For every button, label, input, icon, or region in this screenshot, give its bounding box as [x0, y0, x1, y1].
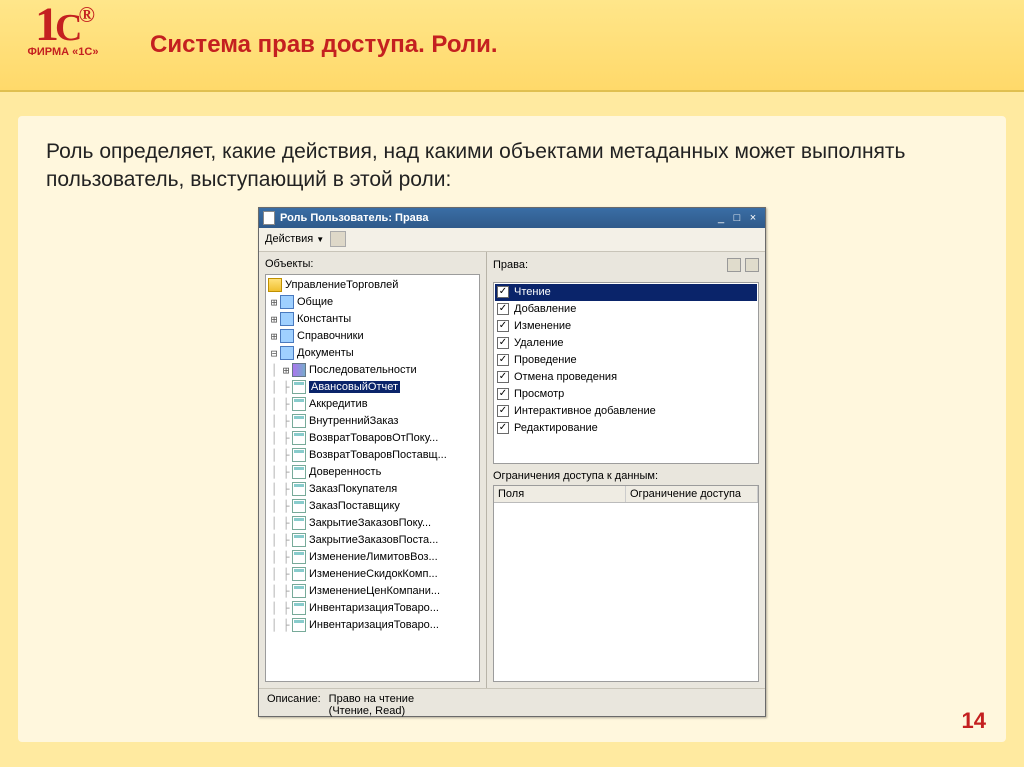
- checkbox-icon[interactable]: ✓: [497, 405, 509, 417]
- page-number: 14: [962, 708, 986, 734]
- tree-item[interactable]: │├ВозвратТоваровПоставщ...: [268, 447, 477, 464]
- tree-item[interactable]: ⊞Справочники: [268, 328, 477, 345]
- checkbox-icon[interactable]: ✓: [497, 337, 509, 349]
- intro-text: Роль определяет, какие действия, над как…: [46, 138, 978, 195]
- tree-item[interactable]: │├АвансовыйОтчет: [268, 379, 477, 396]
- tree-item[interactable]: ⊟Документы: [268, 345, 477, 362]
- checkbox-icon[interactable]: ✓: [497, 303, 509, 315]
- tree-item[interactable]: │├ВозвратТоваровОтПоку...: [268, 430, 477, 447]
- right-row[interactable]: ✓ Отмена проведения: [495, 369, 757, 386]
- titlebar[interactable]: Роль Пользователь: Права _ □ ×: [259, 208, 765, 228]
- maximize-button[interactable]: □: [729, 212, 745, 224]
- rights-label: Права:: [493, 258, 759, 272]
- rights-tool-icon[interactable]: [745, 258, 759, 272]
- tree-item[interactable]: │├ИзменениеЛимитовВоз...: [268, 549, 477, 566]
- checkbox-icon[interactable]: ✓: [497, 371, 509, 383]
- right-label: Чтение: [514, 286, 551, 298]
- minimize-button[interactable]: _: [713, 212, 729, 224]
- tree-item[interactable]: │⊞Последовательности: [268, 362, 477, 379]
- restrict-label: Ограничения доступа к данным:: [493, 470, 658, 482]
- restrictions-section: Ограничения доступа к данным: Поля Огран…: [493, 470, 759, 682]
- checkbox-icon[interactable]: ✓: [497, 320, 509, 332]
- right-label: Проведение: [514, 354, 577, 366]
- right-label: Просмотр: [514, 388, 564, 400]
- window-icon: [263, 211, 275, 225]
- right-row[interactable]: ✓ Проведение: [495, 352, 757, 369]
- right-label: Изменение: [514, 320, 571, 332]
- slide-content: Роль определяет, какие действия, над как…: [18, 116, 1006, 742]
- footer-label: Описание:: [267, 693, 321, 714]
- rights-list[interactable]: ✓ Чтение ✓ Добавление ✓ Изменение ✓ Удаление ✓ Пр…: [493, 282, 759, 464]
- right-row[interactable]: ✓ Добавление: [495, 301, 757, 318]
- right-row[interactable]: ✓ Интерактивное добавление: [495, 403, 757, 420]
- right-label: Отмена проведения: [514, 371, 617, 383]
- checkbox-icon[interactable]: ✓: [497, 422, 509, 434]
- logo-caption: ФИРМА «1С»: [8, 46, 118, 58]
- footer-value: Право на чтение(Чтение, Read): [329, 693, 414, 714]
- right-row[interactable]: ✓ Изменение: [495, 318, 757, 335]
- tree-item[interactable]: │├ИзменениеЦенКомпани...: [268, 583, 477, 600]
- toolbar: Действия ▼: [259, 228, 765, 252]
- tree-item[interactable]: │├ИнвентаризацияТоваро...: [268, 600, 477, 617]
- restrict-table[interactable]: Поля Ограничение доступа: [493, 485, 759, 682]
- objects-label: Объекты:: [265, 258, 480, 270]
- tree-item[interactable]: ⊞Константы: [268, 311, 477, 328]
- tree-item[interactable]: │├Аккредитив: [268, 396, 477, 413]
- tree-item[interactable]: │├ЗаказПоставщику: [268, 498, 477, 515]
- slide-title: Система прав доступа. Роли.: [150, 31, 498, 59]
- checkbox-icon[interactable]: ✓: [497, 286, 509, 298]
- tree-item[interactable]: │├ИнвентаризацияТоваро...: [268, 617, 477, 634]
- tree-item[interactable]: │├ЗаказПокупателя: [268, 481, 477, 498]
- checkbox-icon[interactable]: ✓: [497, 388, 509, 400]
- tree-item[interactable]: ⊞Общие: [268, 294, 477, 311]
- rights-pane: Права: ✓ Чтение ✓ Добавление ✓ Изменение ✓ Удал…: [487, 252, 765, 688]
- right-row[interactable]: ✓ Просмотр: [495, 386, 757, 403]
- right-label: Редактирование: [514, 422, 598, 434]
- tree-item[interactable]: │├ИзменениеСкидокКомп...: [268, 566, 477, 583]
- tree-item[interactable]: │├Доверенность: [268, 464, 477, 481]
- logo-mark: 1C®: [8, 6, 118, 44]
- right-row[interactable]: ✓ Чтение: [495, 284, 757, 301]
- right-label: Интерактивное добавление: [514, 405, 656, 417]
- objects-tree[interactable]: УправлениеТорговлей⊞Общие⊞Константы⊞Спра…: [265, 274, 480, 682]
- window-footer: Описание: Право на чтение(Чтение, Read): [259, 688, 765, 718]
- col-fields[interactable]: Поля: [494, 486, 626, 502]
- right-row[interactable]: ✓ Редактирование: [495, 420, 757, 437]
- right-label: Добавление: [514, 303, 576, 315]
- col-rule[interactable]: Ограничение доступа: [626, 486, 758, 502]
- brand-logo: 1C® ФИРМА «1С»: [8, 6, 118, 58]
- checkbox-icon[interactable]: ✓: [497, 354, 509, 366]
- tree-item[interactable]: │├ВнутреннийЗаказ: [268, 413, 477, 430]
- role-window: Роль Пользователь: Права _ □ × Действия …: [258, 207, 766, 717]
- actions-menu[interactable]: Действия ▼: [265, 233, 324, 245]
- window-title: Роль Пользователь: Права: [280, 212, 713, 224]
- right-row[interactable]: ✓ Удаление: [495, 335, 757, 352]
- close-button[interactable]: ×: [745, 212, 761, 224]
- tree-item[interactable]: УправлениеТорговлей: [268, 277, 477, 294]
- rights-tool-icon[interactable]: [727, 258, 741, 272]
- right-label: Удаление: [514, 337, 564, 349]
- tree-item[interactable]: │├ЗакрытиеЗаказовПоку...: [268, 515, 477, 532]
- slide-header: Система прав доступа. Роли.: [0, 0, 1024, 92]
- toolbar-icon[interactable]: [330, 231, 346, 247]
- objects-pane: Объекты: УправлениеТорговлей⊞Общие⊞Конст…: [259, 252, 487, 688]
- tree-item[interactable]: │├ЗакрытиеЗаказовПоста...: [268, 532, 477, 549]
